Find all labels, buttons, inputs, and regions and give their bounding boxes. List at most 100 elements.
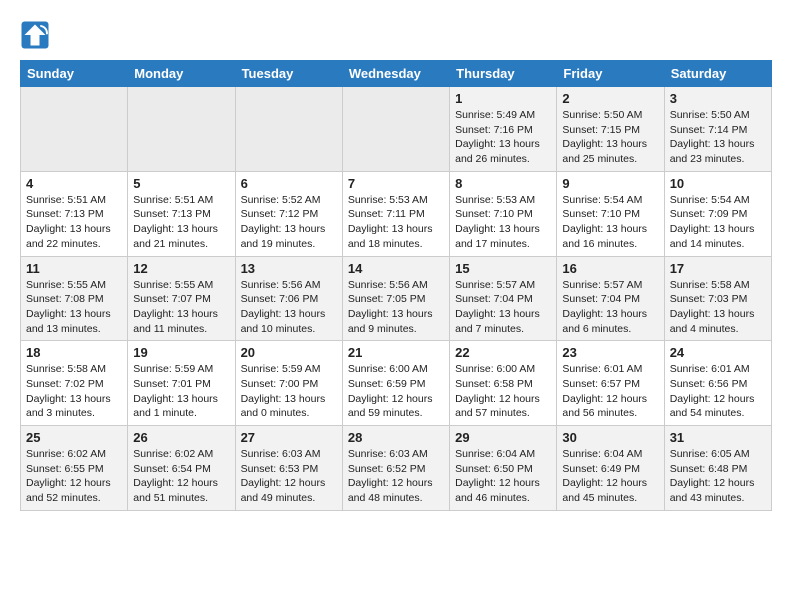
header bbox=[20, 20, 772, 50]
day-number: 17 bbox=[670, 261, 766, 276]
logo-icon bbox=[20, 20, 50, 50]
day-number: 15 bbox=[455, 261, 551, 276]
day-cell: 11Sunrise: 5:55 AM Sunset: 7:08 PM Dayli… bbox=[21, 256, 128, 341]
day-cell: 3 Sunrise: 5:50 AM Sunset: 7:14 PM Daylig… bbox=[664, 87, 771, 172]
day-number: 23 bbox=[562, 345, 658, 360]
day-number: 1 bbox=[455, 91, 551, 106]
weekday-header-thursday: Thursday bbox=[450, 61, 557, 87]
day-number: 21 bbox=[348, 345, 444, 360]
day-info: Sunrise: 5:55 AM Sunset: 7:07 PM Dayligh… bbox=[133, 278, 229, 337]
weekday-header-tuesday: Tuesday bbox=[235, 61, 342, 87]
day-info: Sunrise: 5:53 AM Sunset: 7:11 PM Dayligh… bbox=[348, 193, 444, 252]
week-row-5: 25Sunrise: 6:02 AM Sunset: 6:55 PM Dayli… bbox=[21, 426, 772, 511]
day-cell bbox=[128, 87, 235, 172]
day-info: Sunrise: 5:56 AM Sunset: 7:06 PM Dayligh… bbox=[241, 278, 337, 337]
day-number: 22 bbox=[455, 345, 551, 360]
day-cell: 18 Sunrise: 5:58 AM Sunset: 7:02 PM Dayli… bbox=[21, 341, 128, 426]
day-number: 10 bbox=[670, 176, 766, 191]
day-cell: 13 Sunrise: 5:56 AM Sunset: 7:06 PM Dayli… bbox=[235, 256, 342, 341]
day-info: Sunrise: 5:51 AM Sunset: 7:13 PM Dayligh… bbox=[133, 193, 229, 252]
day-info: Sunrise: 5:53 AM Sunset: 7:10 PM Dayligh… bbox=[455, 193, 551, 252]
day-cell: 1Sunrise: 5:49 AM Sunset: 7:16 PM Daylig… bbox=[450, 87, 557, 172]
day-cell: 10 Sunrise: 5:54 AM Sunset: 7:09 PM Dayli… bbox=[664, 171, 771, 256]
day-number: 12 bbox=[133, 261, 229, 276]
day-info: Sunrise: 5:51 AM Sunset: 7:13 PM Dayligh… bbox=[26, 193, 122, 252]
day-info: Sunrise: 5:59 AM Sunset: 7:00 PM Dayligh… bbox=[241, 362, 337, 421]
day-number: 7 bbox=[348, 176, 444, 191]
weekday-header-monday: Monday bbox=[128, 61, 235, 87]
week-row-3: 11Sunrise: 5:55 AM Sunset: 7:08 PM Dayli… bbox=[21, 256, 772, 341]
day-number: 13 bbox=[241, 261, 337, 276]
day-number: 30 bbox=[562, 430, 658, 445]
day-info: Sunrise: 5:50 AM Sunset: 7:14 PM Dayligh… bbox=[670, 108, 766, 167]
day-info: Sunrise: 5:59 AM Sunset: 7:01 PM Dayligh… bbox=[133, 362, 229, 421]
day-info: Sunrise: 6:00 AM Sunset: 6:59 PM Dayligh… bbox=[348, 362, 444, 421]
day-number: 24 bbox=[670, 345, 766, 360]
day-cell: 17Sunrise: 5:58 AM Sunset: 7:03 PM Dayli… bbox=[664, 256, 771, 341]
page: SundayMondayTuesdayWednesdayThursdayFrid… bbox=[0, 0, 792, 521]
day-number: 3 bbox=[670, 91, 766, 106]
day-cell: 24 Sunrise: 6:01 AM Sunset: 6:56 PM Dayli… bbox=[664, 341, 771, 426]
day-info: Sunrise: 6:00 AM Sunset: 6:58 PM Dayligh… bbox=[455, 362, 551, 421]
day-cell: 7 Sunrise: 5:53 AM Sunset: 7:11 PM Daylig… bbox=[342, 171, 449, 256]
day-info: Sunrise: 5:54 AM Sunset: 7:09 PM Dayligh… bbox=[670, 193, 766, 252]
day-cell: 23 Sunrise: 6:01 AM Sunset: 6:57 PM Dayli… bbox=[557, 341, 664, 426]
day-info: Sunrise: 6:01 AM Sunset: 6:56 PM Dayligh… bbox=[670, 362, 766, 421]
day-cell: 12 Sunrise: 5:55 AM Sunset: 7:07 PM Dayli… bbox=[128, 256, 235, 341]
day-cell: 6 Sunrise: 5:52 AM Sunset: 7:12 PM Daylig… bbox=[235, 171, 342, 256]
day-info: Sunrise: 6:01 AM Sunset: 6:57 PM Dayligh… bbox=[562, 362, 658, 421]
day-number: 27 bbox=[241, 430, 337, 445]
day-cell: 9Sunrise: 5:54 AM Sunset: 7:10 PM Daylig… bbox=[557, 171, 664, 256]
day-info: Sunrise: 6:02 AM Sunset: 6:54 PM Dayligh… bbox=[133, 447, 229, 506]
day-cell: 5Sunrise: 5:51 AM Sunset: 7:13 PM Daylig… bbox=[128, 171, 235, 256]
week-row-4: 18 Sunrise: 5:58 AM Sunset: 7:02 PM Dayli… bbox=[21, 341, 772, 426]
week-row-2: 4 Sunrise: 5:51 AM Sunset: 7:13 PM Daylig… bbox=[21, 171, 772, 256]
day-cell: 21 Sunrise: 6:00 AM Sunset: 6:59 PM Dayli… bbox=[342, 341, 449, 426]
calendar: SundayMondayTuesdayWednesdayThursdayFrid… bbox=[20, 60, 772, 511]
day-number: 4 bbox=[26, 176, 122, 191]
day-number: 19 bbox=[133, 345, 229, 360]
day-cell bbox=[21, 87, 128, 172]
day-info: Sunrise: 5:52 AM Sunset: 7:12 PM Dayligh… bbox=[241, 193, 337, 252]
day-number: 26 bbox=[133, 430, 229, 445]
day-info: Sunrise: 5:57 AM Sunset: 7:04 PM Dayligh… bbox=[562, 278, 658, 337]
day-info: Sunrise: 6:03 AM Sunset: 6:53 PM Dayligh… bbox=[241, 447, 337, 506]
day-number: 31 bbox=[670, 430, 766, 445]
day-number: 2 bbox=[562, 91, 658, 106]
day-number: 20 bbox=[241, 345, 337, 360]
day-number: 6 bbox=[241, 176, 337, 191]
day-cell: 20 Sunrise: 5:59 AM Sunset: 7:00 PM Dayli… bbox=[235, 341, 342, 426]
day-cell: 28 Sunrise: 6:03 AM Sunset: 6:52 PM Dayli… bbox=[342, 426, 449, 511]
day-cell: 22 Sunrise: 6:00 AM Sunset: 6:58 PM Dayli… bbox=[450, 341, 557, 426]
day-cell: 15 Sunrise: 5:57 AM Sunset: 7:04 PM Dayli… bbox=[450, 256, 557, 341]
weekday-header-row: SundayMondayTuesdayWednesdayThursdayFrid… bbox=[21, 61, 772, 87]
day-cell: 16 Sunrise: 5:57 AM Sunset: 7:04 PM Dayli… bbox=[557, 256, 664, 341]
day-cell: 4 Sunrise: 5:51 AM Sunset: 7:13 PM Daylig… bbox=[21, 171, 128, 256]
day-cell: 2Sunrise: 5:50 AM Sunset: 7:15 PM Daylig… bbox=[557, 87, 664, 172]
day-info: Sunrise: 5:55 AM Sunset: 7:08 PM Dayligh… bbox=[26, 278, 122, 337]
day-info: Sunrise: 6:02 AM Sunset: 6:55 PM Dayligh… bbox=[26, 447, 122, 506]
day-cell: 19 Sunrise: 5:59 AM Sunset: 7:01 PM Dayli… bbox=[128, 341, 235, 426]
day-cell: 31 Sunrise: 6:05 AM Sunset: 6:48 PM Dayli… bbox=[664, 426, 771, 511]
day-cell: 14Sunrise: 5:56 AM Sunset: 7:05 PM Dayli… bbox=[342, 256, 449, 341]
day-info: Sunrise: 6:05 AM Sunset: 6:48 PM Dayligh… bbox=[670, 447, 766, 506]
day-number: 14 bbox=[348, 261, 444, 276]
day-info: Sunrise: 6:03 AM Sunset: 6:52 PM Dayligh… bbox=[348, 447, 444, 506]
day-cell: 26 Sunrise: 6:02 AM Sunset: 6:54 PM Dayli… bbox=[128, 426, 235, 511]
day-number: 18 bbox=[26, 345, 122, 360]
day-info: Sunrise: 5:58 AM Sunset: 7:02 PM Dayligh… bbox=[26, 362, 122, 421]
day-cell bbox=[235, 87, 342, 172]
day-cell: 25Sunrise: 6:02 AM Sunset: 6:55 PM Dayli… bbox=[21, 426, 128, 511]
day-info: Sunrise: 5:54 AM Sunset: 7:10 PM Dayligh… bbox=[562, 193, 658, 252]
day-number: 8 bbox=[455, 176, 551, 191]
day-number: 16 bbox=[562, 261, 658, 276]
day-cell: 27 Sunrise: 6:03 AM Sunset: 6:53 PM Dayli… bbox=[235, 426, 342, 511]
weekday-header-sunday: Sunday bbox=[21, 61, 128, 87]
day-info: Sunrise: 5:57 AM Sunset: 7:04 PM Dayligh… bbox=[455, 278, 551, 337]
day-number: 28 bbox=[348, 430, 444, 445]
weekday-header-wednesday: Wednesday bbox=[342, 61, 449, 87]
weekday-header-friday: Friday bbox=[557, 61, 664, 87]
day-cell: 8 Sunrise: 5:53 AM Sunset: 7:10 PM Daylig… bbox=[450, 171, 557, 256]
logo bbox=[20, 20, 54, 50]
day-info: Sunrise: 6:04 AM Sunset: 6:50 PM Dayligh… bbox=[455, 447, 551, 506]
